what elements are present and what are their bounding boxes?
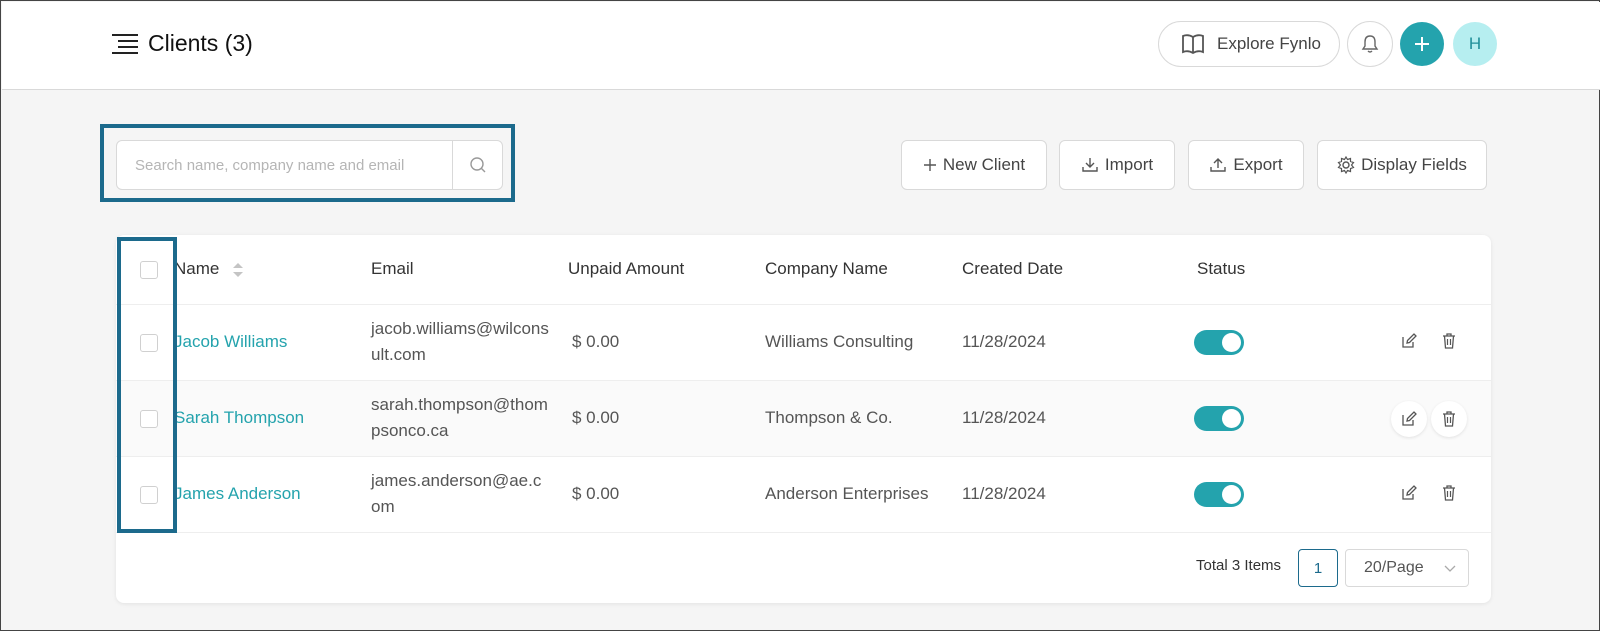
column-name-label: Name xyxy=(174,259,220,278)
notifications-button[interactable] xyxy=(1347,21,1393,67)
delete-button[interactable] xyxy=(1431,475,1467,511)
chevron-down-icon xyxy=(1444,565,1456,572)
status-toggle[interactable] xyxy=(1194,482,1244,507)
client-unpaid-amount: $ 0.00 xyxy=(572,408,620,427)
table-row: Jacob Williams jacob.williams@wilconsult… xyxy=(116,305,1491,381)
row-checkbox[interactable] xyxy=(140,334,158,352)
column-header-email: Email xyxy=(371,259,414,278)
top-header: Clients (3) Explore Fynlo H xyxy=(2,2,1600,90)
status-toggle[interactable] xyxy=(1194,330,1244,355)
edit-button[interactable] xyxy=(1391,475,1427,511)
explore-label: Explore Fynlo xyxy=(1217,34,1321,53)
trash-icon xyxy=(1443,485,1455,501)
status-toggle[interactable] xyxy=(1194,406,1244,431)
export-button[interactable]: Export xyxy=(1188,140,1304,190)
plus-icon xyxy=(923,159,936,171)
search-button[interactable] xyxy=(452,141,502,189)
client-company: Williams Consulting xyxy=(765,332,914,351)
bell-icon xyxy=(1361,35,1379,53)
client-created-date: 11/28/2024 xyxy=(962,332,1046,351)
upload-icon xyxy=(1210,158,1227,172)
export-label: Export xyxy=(1233,155,1283,174)
menu-toggle-icon[interactable] xyxy=(112,34,138,54)
display-fields-label: Display Fields xyxy=(1361,155,1467,174)
column-header-created: Created Date xyxy=(962,259,1064,278)
app-frame: Clients (3) Explore Fynlo H Search name,… xyxy=(0,0,1600,631)
quick-add-button[interactable] xyxy=(1400,22,1444,66)
edit-icon xyxy=(1402,485,1417,500)
display-fields-button[interactable]: Display Fields xyxy=(1317,140,1487,190)
search-icon xyxy=(469,157,485,173)
column-header-status: Status xyxy=(1197,259,1246,278)
download-icon xyxy=(1082,158,1098,172)
edit-button[interactable] xyxy=(1391,323,1427,359)
delete-button[interactable] xyxy=(1431,323,1467,359)
client-created-date: 11/28/2024 xyxy=(962,484,1046,503)
client-company: Anderson Enterprises xyxy=(765,484,929,503)
page-size-select[interactable]: 20/Page xyxy=(1345,549,1469,587)
client-email: james.anderson@ae.com xyxy=(371,471,542,516)
column-header-unpaid: Unpaid Amount xyxy=(568,259,685,278)
new-client-button[interactable]: New Client xyxy=(901,140,1047,190)
row-checkbox[interactable] xyxy=(140,486,158,504)
delete-button[interactable] xyxy=(1431,401,1467,437)
import-button[interactable]: Import xyxy=(1059,140,1175,190)
clients-table: Name Email Unpaid Amount Company Name Cr… xyxy=(116,235,1491,603)
edit-icon xyxy=(1402,411,1417,426)
client-name-link[interactable]: James Anderson xyxy=(174,484,301,504)
page-size-label: 20/Page xyxy=(1364,559,1424,576)
client-company: Thompson & Co. xyxy=(765,408,893,427)
user-avatar[interactable]: H xyxy=(1453,22,1497,66)
search-input[interactable] xyxy=(117,141,452,189)
trash-icon xyxy=(1443,333,1455,349)
plus-icon xyxy=(1415,37,1429,51)
explore-button[interactable]: Explore Fynlo xyxy=(1158,21,1340,67)
select-all-checkbox[interactable] xyxy=(140,261,158,279)
table-header: Name Email Unpaid Amount Company Name Cr… xyxy=(116,235,1491,305)
client-name-link[interactable]: Jacob Williams xyxy=(174,332,287,352)
client-unpaid-amount: $ 0.00 xyxy=(572,332,620,351)
client-email: jacob.williams@wilconsult.com xyxy=(371,319,549,364)
client-email: sarah.thompson@thompsonco.ca xyxy=(371,395,548,440)
row-checkbox[interactable] xyxy=(140,410,158,428)
gear-icon xyxy=(1337,156,1355,174)
import-label: Import xyxy=(1104,155,1154,174)
table-row: Sarah Thompson sarah.thompson@thompsonco… xyxy=(116,381,1491,457)
column-header-name[interactable]: Name xyxy=(174,259,244,279)
search-box xyxy=(116,140,503,190)
trash-icon xyxy=(1443,411,1455,427)
page-title: Clients (3) xyxy=(148,30,253,56)
client-name-link[interactable]: Sarah Thompson xyxy=(174,408,304,428)
new-client-label: New Client xyxy=(942,155,1026,174)
client-created-date: 11/28/2024 xyxy=(962,408,1046,427)
table-row: James Anderson james.anderson@ae.com $ 0… xyxy=(116,457,1491,533)
sort-icon[interactable] xyxy=(232,261,244,279)
page-number-button[interactable]: 1 xyxy=(1298,549,1338,587)
edit-button[interactable] xyxy=(1391,401,1427,437)
column-header-company: Company Name xyxy=(765,259,888,278)
book-icon xyxy=(1182,34,1204,55)
total-items-label: Total 3 Items xyxy=(1196,557,1282,574)
edit-icon xyxy=(1402,333,1417,348)
client-unpaid-amount: $ 0.00 xyxy=(572,484,620,503)
